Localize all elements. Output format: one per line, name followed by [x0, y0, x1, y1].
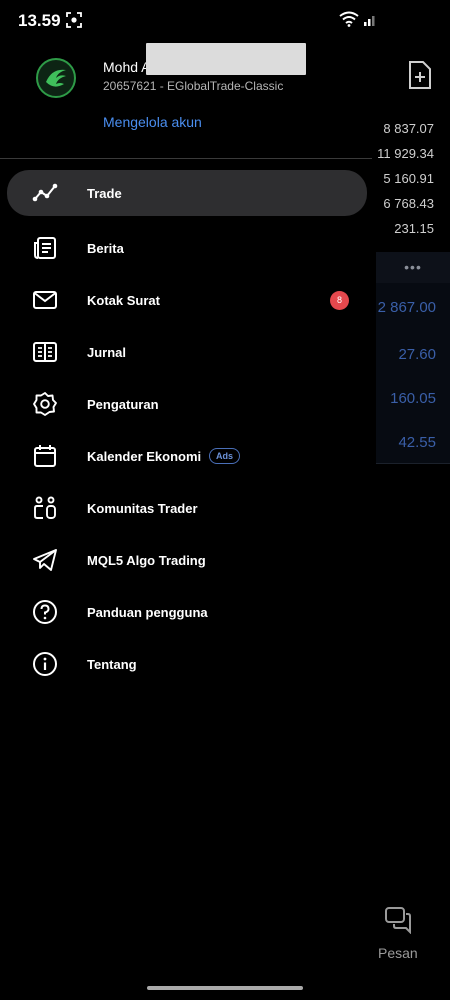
menu-label: Kotak Surat: [87, 292, 160, 308]
menu-item-kotak-surat[interactable]: Kotak Surat 8: [7, 274, 367, 326]
quote-price: 231.15: [394, 221, 434, 236]
menu-label: Pengaturan: [87, 396, 159, 412]
menu-item-jurnal[interactable]: Jurnal: [7, 326, 367, 378]
broker-logo-icon: [46, 69, 66, 87]
menu-label: Panduan pengguna: [87, 604, 208, 620]
send-icon: [32, 547, 58, 573]
menu-label: Tentang: [87, 656, 137, 672]
menu-item-trade[interactable]: Trade: [7, 170, 367, 216]
menu-label: Berita: [87, 240, 124, 256]
menu-item-pengaturan[interactable]: Pengaturan: [7, 378, 367, 430]
new-document-icon[interactable]: [407, 60, 433, 90]
ads-tag: Ads: [209, 448, 241, 464]
divider: [0, 158, 372, 159]
quote-price: 11 929.34: [377, 146, 434, 161]
menu-label: Komunitas Trader: [87, 500, 198, 516]
mail-icon: [32, 287, 58, 313]
menu-item-tentang[interactable]: Tentang: [7, 638, 367, 690]
menu-item-panduan-pengguna[interactable]: Panduan pengguna: [7, 586, 367, 638]
trade-chart-icon: [32, 180, 58, 206]
position-row[interactable]: 42.55: [376, 418, 450, 464]
position-value: 2 867.00: [377, 299, 436, 316]
menu-label: Trade: [87, 185, 122, 201]
menu-item-berita[interactable]: Berita: [7, 222, 367, 274]
home-indicator[interactable]: [147, 986, 303, 990]
position-value: 27.60: [398, 346, 436, 363]
screen-record-icon: [66, 12, 82, 28]
account-server: 20657621 - EGlobalTrade-Classic: [103, 79, 284, 93]
menu-item-mql5-algo-trading[interactable]: MQL5 Algo Trading: [7, 534, 367, 586]
menu-label: MQL5 Algo Trading: [87, 552, 206, 568]
account-name: Mohd A: [103, 59, 151, 75]
unread-badge: 8: [330, 290, 349, 310]
menu-label: Jurnal: [87, 344, 127, 360]
status-time: 13.59: [18, 11, 61, 30]
chat-icon[interactable]: [384, 906, 414, 934]
menu-item-kalender-ekonomi[interactable]: Kalender Ekonomi Ads: [7, 430, 367, 482]
navigation-drawer: Mohd A 20657621 - EGlobalTrade-Classic M…: [0, 40, 376, 1000]
news-icon: [32, 235, 58, 261]
help-icon: [32, 599, 58, 625]
quote-price: 5 160.91: [383, 171, 434, 186]
position-value: 160.05: [390, 390, 436, 407]
redaction-mask: [146, 43, 306, 75]
tab-pesan[interactable]: Pesan: [378, 945, 418, 961]
menu-label: Kalender Ekonomi: [87, 448, 202, 464]
position-row[interactable]: 2 867.00: [376, 283, 450, 335]
manage-account-link[interactable]: Mengelola akun: [103, 114, 202, 130]
journal-icon: [32, 339, 58, 365]
community-icon: [32, 495, 58, 521]
quote-price: 6 768.43: [383, 196, 434, 211]
drawer-menu: Trade Berita Kotak Surat 8 Jurnal Pengat…: [7, 170, 367, 690]
wifi-icon: [339, 11, 359, 27]
info-icon: [32, 651, 58, 677]
gear-icon: [32, 391, 58, 417]
calendar-icon: [32, 443, 58, 469]
quote-price: 8 837.07: [383, 121, 434, 136]
broker-logo: [36, 58, 76, 98]
menu-item-komunitas-trader[interactable]: Komunitas Trader: [7, 482, 367, 534]
position-value: 42.55: [398, 434, 436, 451]
